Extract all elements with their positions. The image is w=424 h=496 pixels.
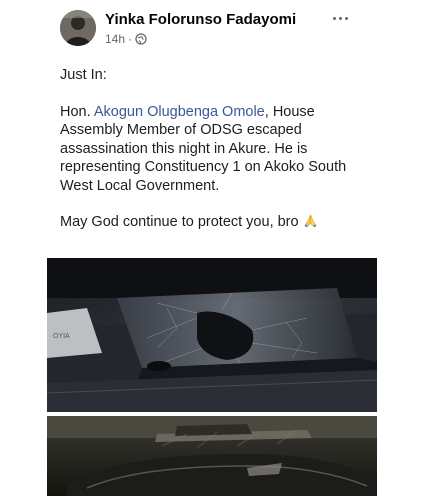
mention-link[interactable]: Akogun Olugbenga Omole [94,104,265,120]
more-dot [332,16,336,20]
post-paragraph-main: Hon. Akogun Olugbenga Omole, House Assem… [60,103,360,196]
author-name[interactable]: Yinka Folorunso Fadayomi [105,11,296,28]
post-paragraph-intro: Just In: [60,67,107,83]
post-text: Just In: Hon. Akogun Olugbenga Omole, Ho… [60,66,360,250]
more-dot [344,16,348,20]
post-meta: 14h · [105,32,147,46]
facebook-post: Yinka Folorunso Fadayomi 14h · Just In: … [0,0,424,496]
photo-car-night-image [47,416,377,496]
svg-text:OYIA: OYIA [53,333,70,340]
car-at-night-photo[interactable] [47,416,377,496]
more-options-icon[interactable] [328,8,352,28]
photo-shattered-window-image: OYIA [47,258,377,412]
avatar-image [60,10,96,46]
more-dot [338,16,342,20]
folded-hands-emoji [304,214,317,228]
paragraph-prefix: Hon. [60,103,94,120]
author-avatar[interactable] [60,10,96,46]
post-timestamp[interactable]: 14h [105,32,125,46]
meta-separator: · [128,32,133,46]
post-paragraph-closing: May God continue to protect you, bro [60,213,360,232]
shattered-car-window-photo[interactable]: OYIA [47,258,377,412]
closing-text: May God continue to protect you, bro [60,214,299,230]
globe-icon[interactable] [135,33,147,45]
